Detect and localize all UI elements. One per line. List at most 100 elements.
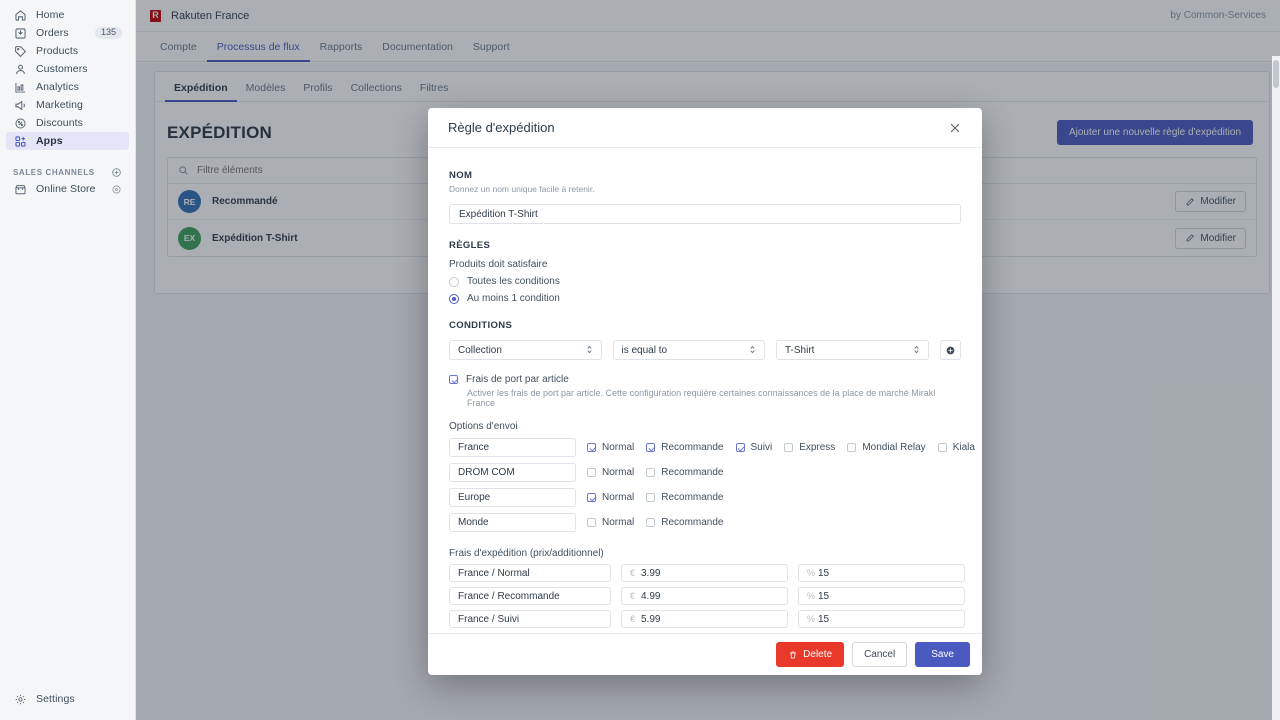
option-recommande[interactable]: Recommande — [646, 492, 724, 503]
cancel-button[interactable]: Cancel — [852, 642, 908, 667]
sidebar-item-discounts[interactable]: Discounts — [6, 114, 129, 132]
plus-circle-icon — [945, 345, 956, 356]
per-article-shipping-checkbox[interactable]: Frais de port par article — [449, 374, 961, 385]
option-label: Mondial Relay — [862, 442, 926, 453]
sidebar-item-apps[interactable]: Apps — [6, 132, 129, 150]
shipping-rule-modal: Règle d'expédition NOM Donnez un nom uni… — [428, 108, 982, 675]
sidebar-item-online-store[interactable]: Online Store — [6, 180, 129, 198]
radio-all-conditions[interactable]: Toutes les conditions — [449, 276, 961, 287]
fee-price-input[interactable]: € 5.99 — [621, 610, 788, 628]
sidebar-item-products[interactable]: Products — [6, 42, 129, 60]
eye-icon[interactable] — [111, 184, 122, 195]
condition-value: T-Shirt — [785, 344, 815, 356]
sidebar-item-marketing[interactable]: Marketing — [6, 96, 129, 114]
checkbox-icon — [784, 443, 794, 452]
modal-footer: Delete Cancel Save — [428, 633, 982, 675]
fee-additional-input[interactable]: % 15 — [798, 564, 965, 582]
analytics-icon — [13, 80, 28, 95]
page-scrollbar-track[interactable] — [1272, 56, 1280, 720]
delete-button[interactable]: Delete — [776, 642, 845, 667]
fee-row: France / Suivi € 5.99 % 15 — [449, 610, 965, 628]
fee-additional-value: 15 — [818, 567, 830, 579]
option-suivi[interactable]: Suivi — [735, 442, 772, 453]
euro-icon: € — [630, 614, 636, 624]
option-express[interactable]: Express — [784, 442, 835, 453]
option-label: Normal — [602, 517, 635, 528]
option-kiala[interactable]: Kiala — [937, 442, 975, 453]
save-button[interactable]: Save — [915, 642, 970, 667]
shipping-option-row: DROM COM Normal Recommande — [449, 463, 961, 482]
zone-options: Normal Recommande — [587, 517, 736, 528]
option-label: Recommande — [661, 517, 724, 528]
fee-name[interactable]: France / Normal — [449, 564, 611, 582]
sidebar-item-customers[interactable]: Customers — [6, 60, 129, 78]
fee-price-input[interactable]: € 3.99 — [621, 564, 788, 582]
sidebar-item-label: Analytics — [36, 81, 79, 93]
option-label: Recommande — [661, 492, 724, 503]
checkbox-icon — [937, 443, 947, 452]
sidebar-item-home[interactable]: Home — [6, 6, 129, 24]
discounts-icon — [13, 116, 28, 131]
option-recommande[interactable]: Recommande — [646, 517, 724, 528]
option-normal[interactable]: Normal — [587, 517, 634, 528]
rule-name-input[interactable] — [449, 204, 961, 224]
fee-name[interactable]: France / Suivi — [449, 610, 611, 628]
zone-name[interactable]: DROM COM — [449, 463, 576, 482]
per-article-label: Frais de port par article — [466, 374, 569, 385]
percent-icon: % — [807, 614, 816, 624]
modal-header: Règle d'expédition — [428, 108, 982, 148]
zone-options: Normal Recommande Suivi Express Mondial … — [587, 442, 982, 453]
name-section-label: NOM — [449, 170, 473, 181]
option-recommande[interactable]: Recommande — [646, 467, 724, 478]
customers-icon — [13, 62, 28, 77]
option-recommande[interactable]: Recommande — [646, 442, 724, 453]
fee-additional-input[interactable]: % 15 — [798, 610, 965, 628]
per-article-help: Activer les frais de port par article. C… — [467, 388, 936, 408]
percent-icon: % — [807, 591, 816, 601]
option-mondial-relay[interactable]: Mondial Relay — [847, 442, 926, 453]
option-normal[interactable]: Normal — [587, 442, 634, 453]
option-label: Normal — [602, 492, 635, 503]
fee-additional-input[interactable]: % 15 — [798, 587, 965, 605]
condition-row: Collection is equal to T-Shirt — [449, 340, 961, 360]
condition-operator-select[interactable]: is equal to — [612, 340, 765, 360]
sidebar-item-label: Orders — [36, 27, 69, 39]
fee-price-input[interactable]: € 4.99 — [621, 587, 788, 605]
apps-icon — [13, 134, 28, 149]
close-icon[interactable] — [948, 121, 962, 135]
fee-name[interactable]: France / Recommande — [449, 587, 611, 605]
zone-name[interactable]: Monde — [449, 513, 576, 532]
radio-at-least-one-condition[interactable]: Au moins 1 condition — [449, 293, 961, 304]
fee-additional-value: 15 — [818, 613, 830, 625]
page-scrollbar-thumb[interactable] — [1273, 60, 1279, 88]
option-label: Normal — [602, 467, 635, 478]
add-condition-button[interactable] — [939, 340, 961, 360]
option-normal[interactable]: Normal — [587, 492, 634, 503]
condition-field-select[interactable]: Collection — [449, 340, 602, 360]
sidebar-item-settings[interactable]: Settings — [6, 690, 129, 708]
rules-prompt: Produits doit satisfaire — [449, 259, 548, 270]
fee-price-value: 5.99 — [641, 613, 661, 625]
radio-icon — [449, 276, 459, 287]
chevron-updown-icon — [749, 344, 756, 356]
condition-value-select[interactable]: T-Shirt — [776, 340, 929, 360]
percent-icon: % — [807, 568, 816, 578]
option-normal[interactable]: Normal — [587, 467, 634, 478]
sidebar-item-orders[interactable]: Orders 135 — [6, 24, 129, 42]
zone-name[interactable]: Europe — [449, 488, 576, 507]
option-label: Recommande — [661, 442, 724, 453]
checkbox-icon-checked — [587, 493, 596, 502]
shipping-option-row: Monde Normal Recommande — [449, 513, 961, 532]
sidebar-item-analytics[interactable]: Analytics — [6, 78, 129, 96]
fee-row: France / Normal € 3.99 % 15 — [449, 564, 965, 582]
option-label: Recommande — [661, 467, 724, 478]
plus-circle-icon[interactable] — [111, 167, 122, 178]
euro-icon: € — [630, 568, 636, 578]
shipping-option-row: France Normal Recommande Suivi Express M… — [449, 438, 975, 457]
conditions-section-label: CONDITIONS — [449, 320, 513, 331]
modal-title: Règle d'expédition — [448, 120, 555, 135]
sidebar-item-label: Home — [36, 9, 65, 21]
zone-name[interactable]: France — [449, 438, 576, 457]
zone-options: Normal Recommande — [587, 492, 736, 503]
